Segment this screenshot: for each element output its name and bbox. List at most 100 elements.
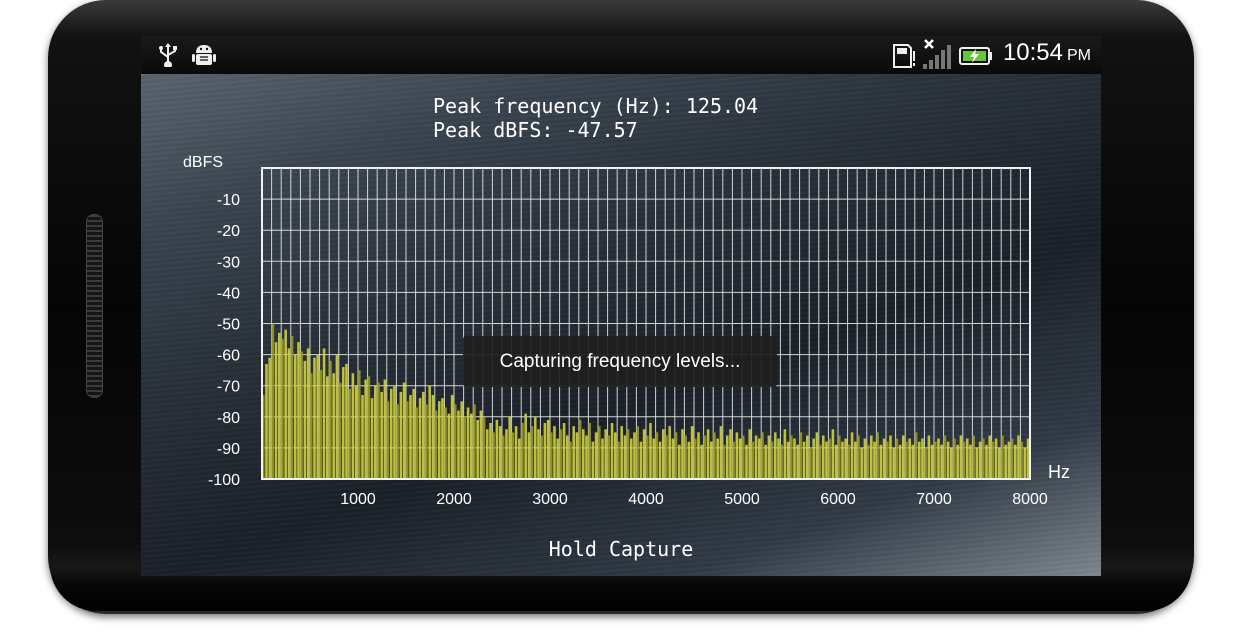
spectrum-bar [966,438,969,479]
spectrum-bar [409,395,412,479]
y-tick-label: -20 [217,223,240,240]
spectrum-bar [361,395,364,479]
spectrum-bar [780,444,783,479]
spectrum-bar [492,432,495,479]
spectrum-bar [886,441,889,479]
spectrum-bar [1014,444,1017,479]
spectrum-bar [578,419,582,479]
spectrum-bar [956,444,959,479]
spectrum-bar [828,438,831,479]
spectrum-bar [764,444,767,479]
spectrum-bar [722,444,726,479]
spectrum-bar [486,429,489,479]
spectrum-bar [914,432,918,479]
spectrum-bar [550,432,553,479]
spectrum-bar [505,429,508,479]
spectrum-bar [1017,435,1020,479]
spectrum-bar [860,447,863,479]
spectrum-bar [290,335,294,479]
spectrum-bar [303,360,307,479]
spectrum-bar [594,432,598,479]
spectrum-bar [735,432,739,479]
spectrum-bar [498,426,502,479]
spectrum-bar [982,438,985,479]
spectrum-bar [866,444,870,479]
spectrum-bar [834,444,838,479]
spectrum-bar [975,447,979,479]
spectrum-bar [585,435,588,479]
spectrum-bar [319,370,323,479]
sd-card-alert-icon [893,44,915,68]
spectrum-bar [508,416,511,479]
spectrum-bar [540,435,543,479]
spectrum-bar [761,432,764,479]
spectrum-bar [610,423,614,479]
spectrum-bar [694,438,697,479]
spectrum-bar [473,404,476,479]
spectrum-bar [620,426,623,479]
spectrum-bar [818,444,822,479]
spectrum-bar [646,435,649,479]
spectrum-bar [710,441,713,479]
spectrum-bar [428,385,431,479]
spectrum-bar [422,391,425,479]
spectrum-bar [521,423,524,479]
spectrum-bar [329,360,332,479]
spectrum-bar [582,429,585,479]
spectrum-bar [434,410,438,479]
spectrum-bar [636,426,639,479]
spectrum-bar [892,447,895,479]
x-tick-label: 1000 [340,491,376,508]
spectrum-bar [847,444,851,479]
spectrum-bar [566,435,569,479]
hold-capture-button[interactable]: Hold Capture [141,537,1101,561]
y-tick-label: -60 [217,348,240,365]
spectrum-bar [998,447,1001,479]
spectrum-bar [278,332,281,479]
spectrum-bar [767,435,771,479]
spectrum-bar [530,426,534,479]
spectrum-bar [879,444,883,479]
spectrum-bar [655,432,659,479]
spectrum-bar [345,363,348,479]
x-tick-label: 8000 [1012,491,1048,508]
spectrum-bar [703,435,707,479]
spectrum-bar [598,426,601,479]
spectrum-bar [380,391,383,479]
spectrum-bar [479,410,483,479]
spectrum-bar [668,426,671,479]
spectrum-bar [358,370,361,479]
spectrum-bar [940,444,943,479]
clock-ampm: PM [1067,47,1091,64]
spectrum-bar [418,398,422,479]
spectrum-bar [684,435,687,479]
spectrum-bar [265,363,268,479]
spectrum-bar [937,438,940,479]
spectrum-bar [863,438,867,479]
spectrum-bar [556,438,559,479]
spectrum-bar [383,379,387,479]
spectrum-bar [438,401,441,479]
spectrum-bar [690,426,694,479]
spectrum-bar [370,398,374,479]
spectrum-bar [591,441,595,479]
battery-charging-icon [959,47,992,65]
spectrum-bar [927,435,931,479]
spectrum-bar [351,373,355,479]
capturing-toast: Capturing frequency levels... [463,336,777,387]
y-tick-label: -40 [217,285,240,302]
spectrum-bar [313,357,316,479]
spectrum-bar [700,444,703,479]
usb-icon [159,43,177,67]
spectrum-bar [514,426,518,479]
spectrum-bar [716,438,719,479]
spectrum-bar [342,367,345,479]
spectrum-bar [489,423,492,479]
spectrum-bar [946,441,950,479]
spectrum-bar [326,376,329,479]
spectrum-bar [588,423,591,479]
spectrum-bar [882,438,886,479]
y-tick-label: -50 [217,317,240,334]
spectrum-bar [460,401,463,479]
spectrum-bar [415,407,419,479]
